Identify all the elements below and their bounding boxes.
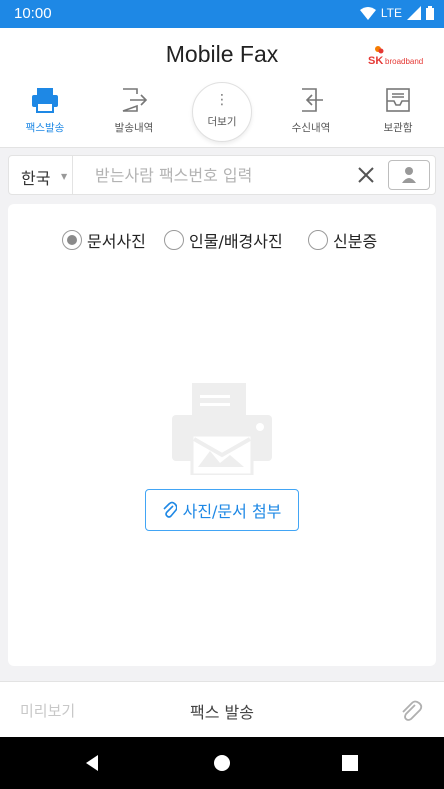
radio-circle (308, 230, 328, 250)
recipient-bar: 한국 ▼ (8, 155, 436, 195)
radio-document-photo-label: 문서사진 (87, 232, 146, 251)
tab-archive[interactable]: 보관함 (358, 86, 438, 135)
status-bar: 10:00 LTE (0, 0, 444, 28)
battery-icon (426, 6, 434, 20)
radio-circle-checked (62, 230, 82, 250)
more-button[interactable]: ⋮ 더보기 (192, 82, 252, 142)
sent-history-icon (122, 88, 148, 112)
archive-icon (386, 88, 410, 112)
tab-sent-history-label: 발송내역 (114, 122, 154, 134)
home-icon[interactable] (212, 753, 232, 773)
tab-received-history-label: 수신내역 (291, 122, 331, 134)
wifi-icon (359, 6, 376, 20)
back-icon[interactable] (82, 753, 102, 773)
person-icon (402, 167, 416, 183)
paperclip-icon (163, 501, 177, 518)
status-icons: LTE (359, 6, 434, 20)
tab-received-history[interactable]: 수신내역 (271, 86, 351, 135)
network-label: LTE (380, 6, 402, 20)
paperclip-icon[interactable] (398, 698, 424, 724)
country-select[interactable]: 한국 ▼ (9, 156, 73, 194)
svg-text:SK: SK (368, 55, 383, 67)
preview-button[interactable]: 미리보기 (20, 700, 75, 721)
radio-id-card[interactable]: 신분증 (308, 228, 377, 252)
tab-fax-send[interactable]: 팩스발송 (5, 86, 85, 135)
tab-archive-label: 보관함 (383, 122, 413, 134)
radio-person-background-photo-label: 인물/배경사진 (189, 232, 283, 251)
attach-photo-document-button[interactable]: 사진/문서 첨부 (145, 489, 299, 531)
recents-icon[interactable] (340, 753, 360, 773)
bottom-action-bar: 미리보기 팩스 발송 (0, 681, 444, 737)
clear-icon[interactable] (354, 163, 378, 187)
doc-type-radio-group: 문서사진 인물/배경사진 신분증 (8, 228, 436, 252)
svg-text:broadband: broadband (385, 57, 423, 66)
caret-down-icon: ▼ (61, 172, 68, 181)
printer-icon (32, 88, 58, 113)
radio-person-background-photo[interactable]: 인물/배경사진 (164, 228, 283, 252)
fax-number-input[interactable] (95, 162, 345, 188)
received-history-icon (302, 88, 323, 112)
sk-broadband-logo: SK broadband (368, 46, 423, 67)
radio-circle (164, 230, 184, 250)
printer-illustration-icon (172, 383, 272, 475)
radio-id-card-label: 신분증 (333, 232, 378, 251)
android-nav-bar (0, 737, 444, 789)
status-time: 10:00 (14, 5, 52, 22)
radio-document-photo[interactable]: 문서사진 (62, 228, 146, 252)
country-label: 한국 (21, 169, 51, 188)
more-dots-icon: ⋮ (215, 92, 229, 108)
more-label: 더보기 (207, 116, 237, 128)
attach-label: 사진/문서 첨부 (182, 502, 282, 521)
tab-sent-history[interactable]: 발송내역 (94, 86, 174, 135)
send-fax-button[interactable]: 팩스 발송 (172, 699, 272, 723)
signal-icon (407, 6, 421, 20)
app-header: Mobile Fax SK broadband (0, 28, 444, 80)
tab-fax-send-label: 팩스발송 (25, 122, 65, 134)
contacts-button[interactable] (388, 160, 430, 190)
attach-card: 문서사진 인물/배경사진 신분증 사진/문서 첨부 (8, 204, 436, 666)
